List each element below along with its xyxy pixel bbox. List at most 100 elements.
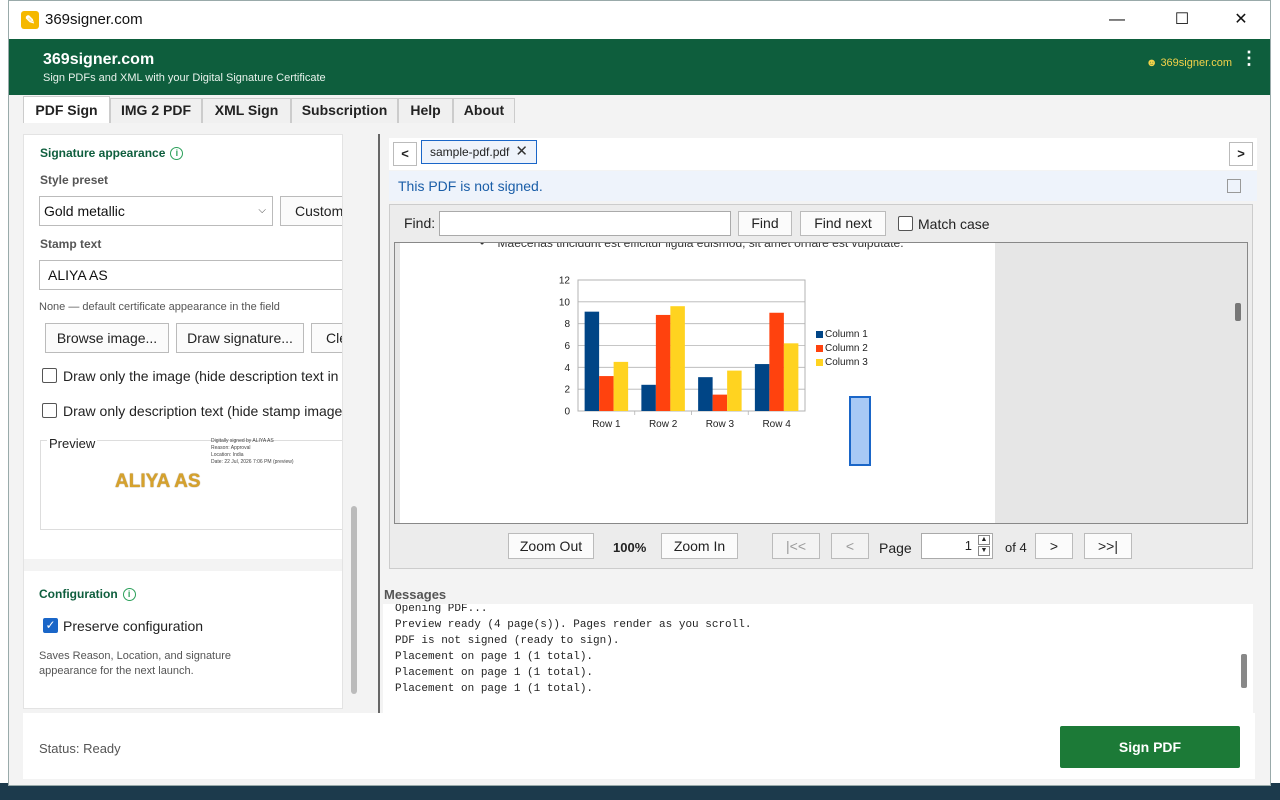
legend-label: Column 2 — [825, 343, 868, 354]
find-button[interactable]: Find — [738, 211, 792, 236]
info-icon[interactable]: i — [170, 147, 184, 161]
y-tick-label: 4 — [564, 363, 570, 374]
clear-button[interactable]: Cle — [311, 323, 342, 353]
tab-img-2-pdf[interactable]: IMG 2 PDF — [110, 98, 202, 123]
legend-swatch — [816, 345, 823, 352]
y-tick-label: 10 — [559, 297, 571, 308]
tab-subscription[interactable]: Subscription — [291, 98, 398, 123]
legend-swatch — [816, 331, 823, 338]
customize-button[interactable]: Customi — [280, 196, 342, 226]
pdf-page: • Maecenas tincidunt est efficitur ligul… — [400, 243, 995, 523]
preview-line: Location: India — [211, 452, 244, 458]
tab-sample-pdf[interactable]: sample-pdf.pdf ✕ — [421, 140, 537, 164]
message-line: PDF is not signed (ready to sign). — [395, 635, 620, 647]
chart-bar — [783, 343, 799, 411]
tabs-scroll-left-button[interactable]: < — [393, 142, 417, 166]
signature-appearance-label: Signature appearance — [40, 146, 166, 160]
draw-only-description-checkbox[interactable] — [42, 403, 57, 418]
chart-bar — [727, 370, 742, 411]
legend-swatch — [816, 359, 823, 366]
spin-up-icon[interactable]: ▲ — [978, 535, 990, 545]
tabs-scroll-right-button[interactable]: > — [1229, 142, 1253, 166]
preserve-configuration-label: Preserve configuration — [63, 618, 204, 634]
pdf-page-canvas[interactable]: • Maecenas tincidunt est efficitur ligul… — [394, 242, 1248, 524]
find-input[interactable] — [439, 211, 731, 236]
chart-bar — [641, 384, 656, 411]
zoom-out-button[interactable]: Zoom Out — [508, 533, 594, 559]
preview-stamp: ALIYA AS — [115, 471, 201, 492]
preview-description: Digitally signed by ALIYA AS Reason: App… — [211, 438, 294, 466]
configuration-title: Configuration i — [39, 587, 136, 602]
page-scrollbar[interactable] — [1235, 303, 1241, 321]
last-page-button[interactable]: >>| — [1084, 533, 1132, 559]
style-preset-value: Gold metallic — [44, 203, 125, 219]
minimize-button[interactable]: — — [1094, 5, 1140, 35]
first-page-button[interactable]: |<< — [772, 533, 820, 559]
message-line: Placement on page 1 (1 total). — [395, 667, 594, 679]
draw-only-description-label: Draw only description text (hide stamp i… — [63, 403, 343, 419]
y-tick-label: 12 — [559, 276, 571, 287]
find-next-button[interactable]: Find next — [800, 211, 886, 236]
status-bar: Status: Ready Sign PDF — [23, 713, 1255, 779]
window-title: 369signer.com — [45, 11, 143, 28]
spin-down-icon[interactable]: ▼ — [978, 546, 990, 556]
message-line: Placement on page 1 (1 total). — [395, 651, 594, 663]
y-tick-label: 8 — [564, 319, 570, 330]
close-tab-icon[interactable]: ✕ — [515, 143, 528, 160]
website-link[interactable]: ☻ 369signer.com — [1146, 57, 1232, 69]
tab-about[interactable]: About — [453, 98, 515, 123]
chart-bar — [769, 312, 784, 411]
legend-label: Column 1 — [825, 329, 868, 340]
chart-bar — [670, 306, 685, 411]
match-case-checkbox[interactable] — [898, 216, 913, 231]
style-preset-select[interactable]: Gold metallic ⌵ — [39, 196, 273, 226]
signature-placement-box[interactable] — [849, 396, 871, 466]
maximize-button[interactable]: ☐ — [1159, 5, 1205, 35]
page-label: Page — [879, 540, 912, 556]
tab-xml-sign[interactable]: XML Sign — [202, 98, 291, 123]
info-icon[interactable]: i — [122, 588, 136, 602]
chart-bar — [613, 361, 629, 411]
match-case-label: Match case — [918, 216, 990, 232]
file-tab-label: sample-pdf.pdf — [430, 145, 510, 159]
find-label: Find: — [404, 215, 436, 231]
tab-pdf-sign[interactable]: PDF Sign — [23, 96, 110, 123]
configuration-label: Configuration — [39, 587, 118, 601]
draw-only-image-checkbox[interactable] — [42, 368, 57, 383]
browse-image-button[interactable]: Browse image... — [45, 323, 169, 353]
signature-settings-panel: Signature appearance i Style preset Gold … — [23, 134, 343, 709]
kebab-menu-icon[interactable]: ⋮ — [1240, 49, 1258, 67]
pdf-viewer: Find: Find Find next Match case • Maecen… — [389, 204, 1253, 569]
sign-pdf-button[interactable]: Sign PDF — [1060, 726, 1240, 768]
draw-signature-button[interactable]: Draw signature... — [176, 323, 304, 353]
left-panel-scrollbar[interactable] — [351, 506, 357, 694]
close-button[interactable]: ✕ — [1218, 5, 1264, 35]
style-preset-label: Style preset — [40, 173, 109, 187]
preserve-configuration-checkbox[interactable]: ✓ — [43, 618, 58, 633]
zoom-in-button[interactable]: Zoom In — [661, 533, 738, 559]
details-icon[interactable] — [1227, 179, 1241, 193]
signature-preview: Preview ALIYA AS Digitally signed by ALI… — [40, 436, 342, 530]
messages-scrollbar[interactable] — [1241, 654, 1247, 688]
app-logo-icon: ✎ — [21, 11, 39, 29]
app-window: ✎ 369signer.com — ☐ ✕ 369signer.com Sign… — [8, 0, 1271, 786]
x-tick-label: Row 3 — [706, 419, 735, 430]
y-tick-label: 2 — [564, 385, 570, 396]
panel-splitter[interactable] — [378, 134, 380, 714]
background-window-edge — [1270, 0, 1280, 800]
bar-chart: 0 2 4 6 8 10 12 Row 1 Row 2 Row 3 Row 4 Column 1 Col… — [559, 276, 868, 431]
x-tick-label: Row 2 — [649, 419, 678, 430]
page-number-input[interactable]: 1 ▲ ▼ — [921, 533, 993, 559]
messages-log[interactable]: Opening PDF... Preview ready (4 page(s))… — [383, 604, 1253, 714]
next-page-button[interactable]: > — [1035, 533, 1073, 559]
chart-bar — [754, 364, 770, 411]
x-tick-label: Row 1 — [592, 419, 621, 430]
signature-status-text: This PDF is not signed. — [398, 178, 543, 194]
tab-help[interactable]: Help — [398, 98, 453, 123]
message-line: Opening PDF... — [395, 604, 488, 615]
stamp-text-input[interactable]: ALIYA AS — [39, 260, 342, 290]
previous-page-button[interactable]: < — [831, 533, 869, 559]
pdf-viewer-panel: < sample-pdf.pdf ✕ > This PDF is not sign… — [383, 134, 1257, 714]
preview-line: Digitally signed by ALIYA AS — [211, 438, 274, 444]
app-name: 369signer.com — [43, 51, 155, 68]
